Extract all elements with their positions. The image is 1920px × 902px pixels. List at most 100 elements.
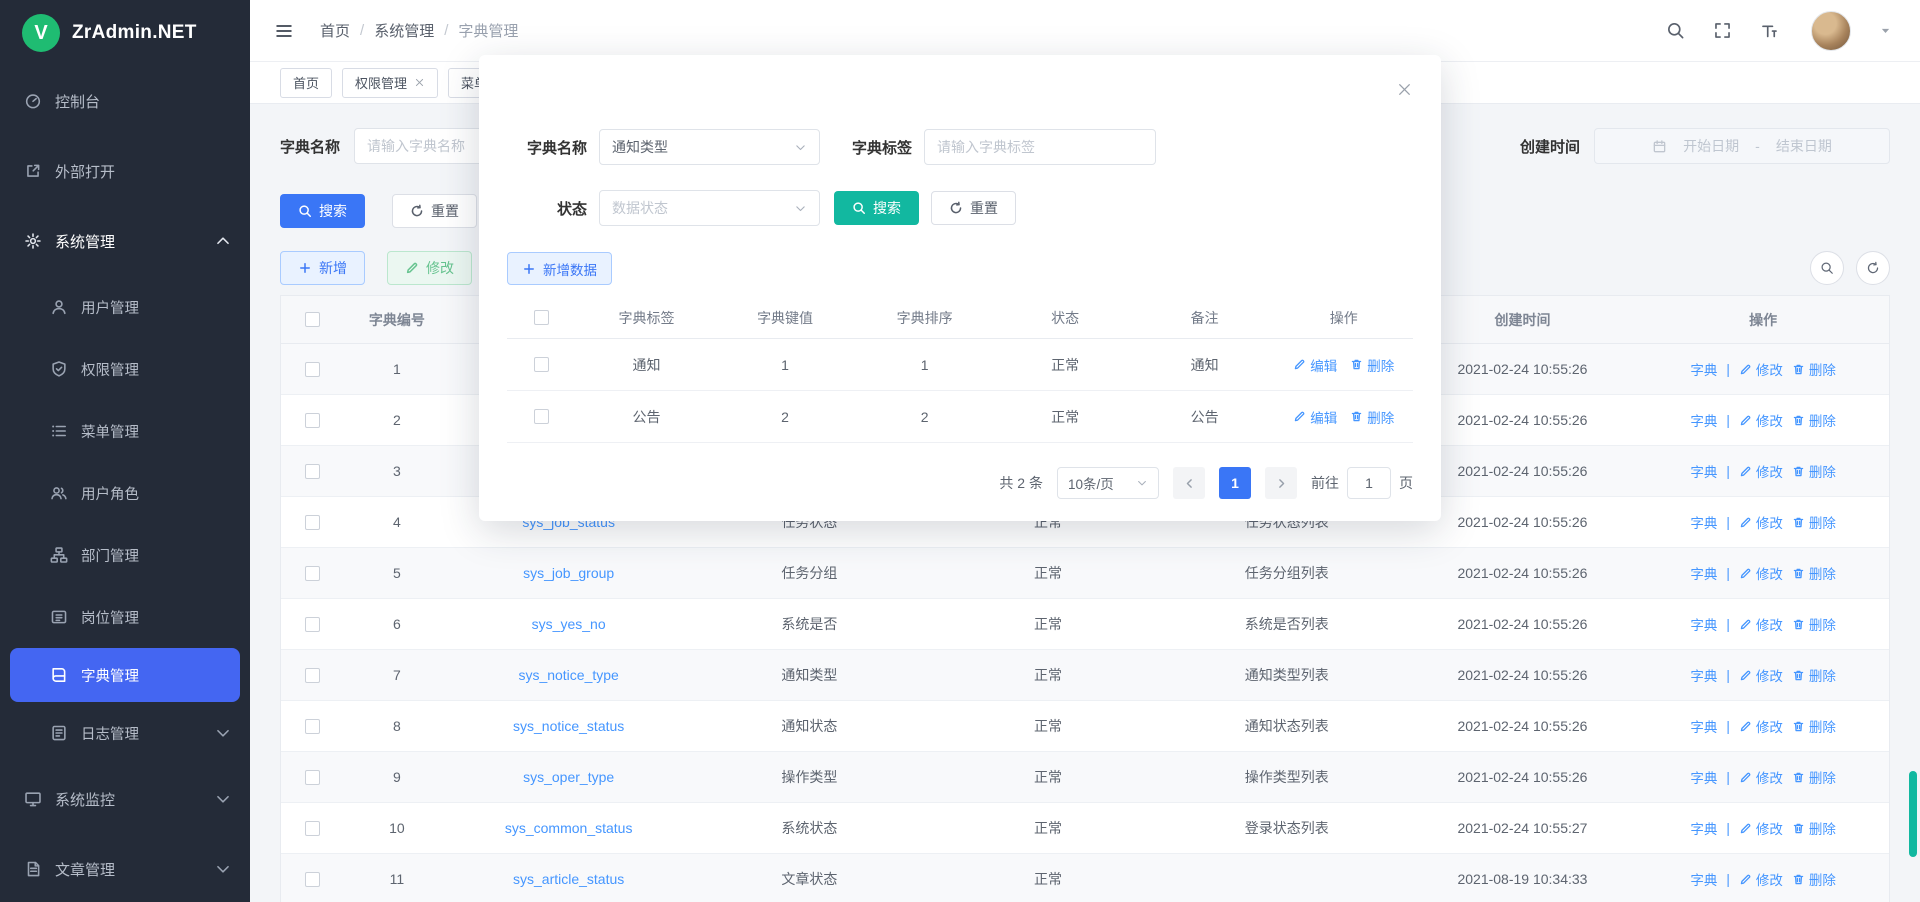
row-checkbox[interactable] [534,409,549,424]
edit-link[interactable]: 修改 [1739,614,1783,634]
add-button[interactable]: 新增 [280,251,365,285]
edit-link[interactable]: 修改 [1739,359,1783,379]
modal-search-button[interactable]: 搜索 [834,191,919,225]
delete-link[interactable]: 删除 [1792,614,1836,634]
dict-data-link[interactable]: 字典 [1690,818,1717,838]
dict-data-link[interactable]: 字典 [1690,461,1717,481]
row-checkbox[interactable] [305,566,320,581]
search-icon[interactable] [1666,21,1685,40]
edit-link[interactable]: 修改 [1739,716,1783,736]
dict-type-link[interactable]: sys_yes_no [532,616,606,632]
sidebar-item-menu-management[interactable]: 菜单管理 [0,400,250,462]
sidebar-item-system-management[interactable]: 系统管理 [0,206,250,276]
modal-select-all-checkbox[interactable] [534,310,549,325]
avatar[interactable] [1811,11,1851,51]
delete-link[interactable]: 删除 [1792,410,1836,430]
delete-link[interactable]: 删除 [1792,767,1836,787]
dict-label-input[interactable] [924,129,1156,165]
edit-link[interactable]: 修改 [1739,461,1783,481]
close-icon[interactable] [1396,81,1413,98]
edit-link[interactable]: 修改 [1739,410,1783,430]
row-checkbox[interactable] [305,362,320,377]
delete-link[interactable]: 删除 [1792,869,1836,889]
page-number-button[interactable]: 1 [1219,467,1251,499]
caret-down-icon[interactable] [1879,24,1892,37]
delete-link[interactable]: 删除 [1792,512,1836,532]
sidebar-item-external[interactable]: 外部打开 [0,136,250,206]
dict-data-link[interactable]: 字典 [1690,767,1717,787]
delete-link[interactable]: 删除 [1792,716,1836,736]
sidebar-item-post-management[interactable]: 岗位管理 [0,586,250,648]
reset-button[interactable]: 重置 [392,194,477,228]
select-all-checkbox[interactable] [305,312,320,327]
edit-button[interactable]: 修改 [387,251,472,285]
delete-link[interactable]: 删除 [1792,461,1836,481]
dict-name-select[interactable]: 通知类型 [599,129,820,165]
edit-link[interactable]: 修改 [1739,818,1783,838]
dict-type-link[interactable]: sys_job_group [523,565,614,581]
row-checkbox[interactable] [305,464,320,479]
toggle-search-button[interactable] [1810,251,1844,285]
goto-page-input[interactable] [1347,467,1391,499]
dict-data-link[interactable]: 字典 [1690,359,1717,379]
edit-link[interactable]: 编辑 [1293,355,1337,375]
breadcrumb-home[interactable]: 首页 [320,20,350,41]
delete-link[interactable]: 删除 [1792,359,1836,379]
breadcrumb-system[interactable]: 系统管理 [374,20,434,41]
sidebar-item-article-management[interactable]: 文章管理 [0,834,250,902]
font-size-icon[interactable] [1760,21,1779,40]
next-page-button[interactable] [1265,467,1297,499]
edit-link[interactable]: 修改 [1739,563,1783,583]
dict-data-link[interactable]: 字典 [1690,410,1717,430]
sidebar-item-user-role[interactable]: 用户角色 [0,462,250,524]
dict-type-link[interactable]: sys_notice_type [518,667,618,683]
dict-data-link[interactable]: 字典 [1690,563,1717,583]
sidebar-item-department-management[interactable]: 部门管理 [0,524,250,586]
sidebar-item-dashboard[interactable]: 控制台 [0,66,250,136]
row-checkbox[interactable] [534,357,549,372]
add-data-button[interactable]: 新增数据 [507,252,612,285]
scrollbar-thumb[interactable] [1909,771,1917,857]
sidebar-item-system-monitor[interactable]: 系统监控 [0,764,250,834]
delete-link[interactable]: 删除 [1792,563,1836,583]
sidebar-item-dict-management[interactable]: 字典管理 [10,648,240,702]
dict-data-link[interactable]: 字典 [1690,716,1717,736]
dict-data-link[interactable]: 字典 [1690,614,1717,634]
delete-link[interactable]: 删除 [1350,407,1394,427]
row-checkbox[interactable] [305,770,320,785]
tab-home[interactable]: 首页 [280,68,332,98]
edit-link[interactable]: 修改 [1739,869,1783,889]
edit-link[interactable]: 修改 [1739,767,1783,787]
row-checkbox[interactable] [305,515,320,530]
delete-link[interactable]: 删除 [1792,665,1836,685]
row-checkbox[interactable] [305,617,320,632]
delete-link[interactable]: 删除 [1792,818,1836,838]
refresh-table-button[interactable] [1856,251,1890,285]
modal-reset-button[interactable]: 重置 [931,191,1016,225]
page-size-select[interactable]: 10条/页 [1057,467,1159,499]
row-checkbox[interactable] [305,413,320,428]
row-checkbox[interactable] [305,668,320,683]
dict-type-link[interactable]: sys_oper_type [523,769,614,785]
dict-type-link[interactable]: sys_article_status [513,871,624,887]
sidebar-item-permission-management[interactable]: 权限管理 [0,338,250,400]
tab-permission-management[interactable]: 权限管理 [342,68,438,98]
sidebar-item-log-management[interactable]: 日志管理 [0,702,250,764]
row-checkbox[interactable] [305,872,320,887]
dict-data-link[interactable]: 字典 [1690,512,1717,532]
close-icon[interactable] [414,77,425,88]
create-time-range-picker[interactable]: 开始日期 - 结束日期 [1594,128,1890,164]
sidebar-toggle-icon[interactable] [274,21,294,41]
fullscreen-icon[interactable] [1713,21,1732,40]
edit-link[interactable]: 修改 [1739,665,1783,685]
dict-data-link[interactable]: 字典 [1690,869,1717,889]
row-checkbox[interactable] [305,719,320,734]
dict-type-link[interactable]: sys_notice_status [513,718,624,734]
status-select[interactable]: 数据状态 [599,190,820,226]
delete-link[interactable]: 删除 [1350,355,1394,375]
edit-link[interactable]: 编辑 [1293,407,1337,427]
search-button[interactable]: 搜索 [280,194,365,228]
row-checkbox[interactable] [305,821,320,836]
prev-page-button[interactable] [1173,467,1205,499]
dict-type-link[interactable]: sys_common_status [505,820,633,836]
